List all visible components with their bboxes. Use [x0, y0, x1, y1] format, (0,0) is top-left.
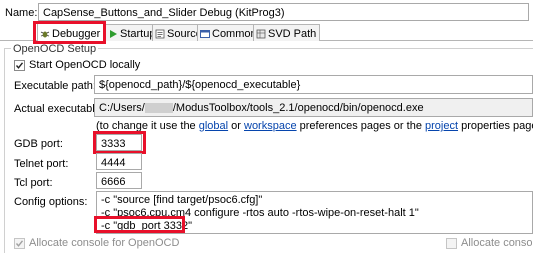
start-openocd-checkbox[interactable]: [14, 60, 25, 71]
bug-icon: [40, 29, 50, 39]
actual-executable-field: C:/Users/ /ModusToolbox/tools_2.1/openocd…: [94, 98, 533, 117]
config-options-label: Config options:: [14, 196, 88, 208]
tcl-port-field[interactable]: 6666: [96, 172, 142, 189]
tab-debugger[interactable]: Debugger: [37, 23, 105, 42]
preferences-hint: (to change it use the global or workspac…: [96, 120, 533, 132]
hint-text-2: or: [228, 120, 244, 132]
allocate-console-checkbox[interactable]: [14, 238, 25, 249]
hint-text-3: preferences pages or the: [296, 120, 425, 132]
actual-executable-label: Actual executable:: [14, 103, 104, 115]
gdb-port-field[interactable]: 3333: [96, 134, 142, 151]
executable-path-label: Executable path:: [14, 80, 96, 92]
common-icon: [200, 29, 210, 39]
hint-text-1: (to change it use the: [96, 120, 199, 132]
telnet-port-label: Telnet port:: [14, 158, 69, 170]
tab-common[interactable]: Common: [197, 24, 261, 41]
telnet-port-field[interactable]: 4444: [96, 153, 142, 170]
tab-startup-label: Startup: [120, 28, 156, 40]
executable-path-field[interactable]: ${openocd_path}/${openocd_executable}: [94, 75, 533, 94]
config-line: -c "gdb_port 3332": [101, 220, 192, 232]
svd-icon: [256, 29, 266, 39]
workspace-preferences-link[interactable]: workspace: [244, 120, 297, 132]
configuration-name-field[interactable]: CapSense_Buttons_and_Slider Debug (KitPr…: [38, 3, 529, 21]
config-line: -c "psoc6.cpu.cm4 configure -rtos auto -…: [101, 207, 419, 219]
tab-debugger-label: Debugger: [52, 28, 101, 40]
section-title: OpenOCD Setup: [11, 43, 99, 55]
actual-executable-prefix: C:/Users/: [99, 102, 145, 114]
config-line: -c "source [find target/psoc6.cfg]": [101, 194, 263, 206]
config-options-textarea[interactable]: -c "source [find target/psoc6.cfg]" -c "…: [96, 191, 533, 234]
tab-svd-path-label: SVD Path: [268, 28, 317, 40]
allocate-console-right-checkbox[interactable]: [446, 238, 457, 249]
allocate-console-right-label: Allocate console: [461, 237, 533, 249]
tab-common-label: Common: [212, 28, 257, 40]
name-label: Name:: [5, 7, 38, 19]
actual-executable-suffix: /ModusToolbox/tools_2.1/openocd/bin/open…: [172, 102, 424, 114]
redacted-username: [144, 103, 173, 114]
gdb-port-label: GDB port:: [14, 138, 63, 150]
allocate-console-label: Allocate console for OpenOCD: [29, 237, 180, 249]
run-arrow-icon: [108, 29, 118, 39]
global-preferences-link[interactable]: global: [199, 120, 228, 132]
source-icon: [155, 29, 165, 39]
project-properties-link[interactable]: project: [425, 120, 458, 132]
hint-text-4: properties page): [458, 120, 533, 132]
tcl-port-label: Tcl port:: [14, 177, 53, 189]
start-openocd-label: Start OpenOCD locally: [29, 59, 141, 71]
tab-svd-path[interactable]: SVD Path: [253, 24, 321, 41]
